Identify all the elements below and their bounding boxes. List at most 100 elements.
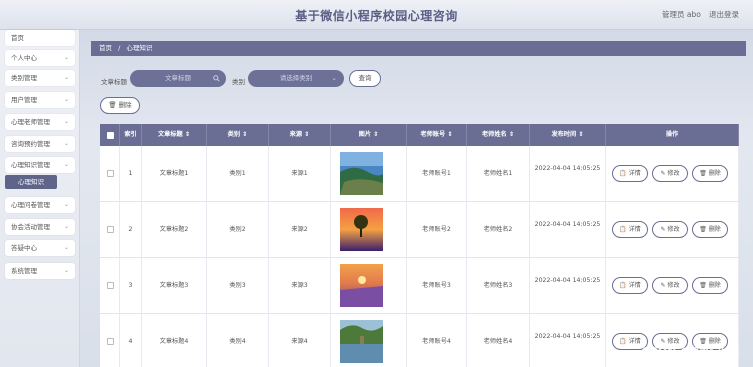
detail-button[interactable]: 📋 详情 [612,165,648,182]
cell-category: 类别3 [207,258,269,314]
batch-delete-button[interactable]: 🗑 删除 [100,97,140,114]
edit-button[interactable]: ✎ 修改 [652,221,688,238]
thumbnail-image [340,152,383,195]
document-icon: 📋 [619,226,629,233]
sidebar-item-label: 心理老师管理 [11,118,50,126]
category-select-placeholder: 请选择类别 [279,74,313,82]
edit-button[interactable]: ✎ 修改 [652,277,688,294]
cell-index: 2 [120,202,142,258]
chevron-down-icon: ⌄ [63,74,69,81]
sidebar-item-10[interactable]: 系统管理 ⌄ [5,263,75,279]
row-select-cell [100,146,120,202]
row-select-cell [100,258,120,314]
sidebar-item-label: 首页 [11,34,24,42]
chevron-down-icon: ⌄ [63,201,69,208]
column-header: 老师姓名 ⇕ [467,124,530,146]
trash-icon: 🗑 [108,101,117,109]
cell-teacher_account: 老师账号4 [407,314,467,367]
delete-label: 删除 [708,170,721,177]
batch-delete-label: 删除 [118,101,132,109]
edit-label: 修改 [667,170,680,177]
table-header: 索引 文章标题 ⇕ 类别 ⇕ 来源 ⇕ 图片 ⇕ 老师账号 ⇕ 老师姓名 ⇕ 发布时间 ⇕ 操作 [100,124,739,146]
publish-time: 2022-04-04 14:05:25 [534,277,601,284]
column-header: 图片 ⇕ [331,124,407,146]
chevron-down-icon: ⌄ [63,54,69,61]
sidebar-item-2[interactable]: 类别管理 ⌄ [5,70,75,86]
sidebar-item-0[interactable]: 首页 [5,30,75,46]
column-header: 老师账号 ⇕ [407,124,467,146]
sidebar-item-5[interactable]: 咨询预约管理 ⌄ [5,136,75,152]
detail-button[interactable]: 📋 详情 [612,277,648,294]
cell-index: 3 [120,258,142,314]
sidebar-item-7[interactable]: 心理问卷管理 ⌄ [5,197,75,213]
cell-source: 来源1 [269,146,331,202]
column-header: 来源 ⇕ [269,124,331,146]
table-row: 3 文章标题3 类别3 来源3 老师账号3 老师姓名3 2022-04-04 14:05:2… [100,258,739,314]
cell-teacher_name: 老师姓名4 [467,314,530,367]
column-header: 文章标题 ⇕ [142,124,207,146]
actions-cell: 📋 详情 ✎ 修改 🗑 删除 [606,258,739,314]
sidebar-item-label: 咨询预约管理 [11,140,50,148]
publish-time: 2022-04-04 14:05:25 [534,165,601,172]
category-filter-label: 类别 [232,78,245,86]
row-checkbox[interactable] [107,226,114,233]
row-checkbox[interactable] [107,170,114,177]
thumbnail-image [340,208,383,251]
detail-label: 详情 [628,282,641,289]
table-row: 1 文章标题1 类别1 来源1 老师账号1 老师姓名1 2022-04-04 14:05:2… [100,146,739,202]
delete-button[interactable]: 🗑 删除 [692,221,728,238]
chevron-down-icon: ⌄ [63,223,69,230]
sidebar-item-3[interactable]: 用户管理 ⌄ [5,92,75,108]
cell-teacher_account: 老师账号2 [407,202,467,258]
publish-time-cell: 2022-04-04 14:05:25 [530,258,606,314]
detail-button[interactable]: 📋 详情 [612,221,648,238]
top-bar: 基于微信小程序校园心理咨询 管理员 abo 退出登录 [0,0,753,30]
cell-category: 类别4 [207,314,269,367]
row-select-cell [100,202,120,258]
sidebar-item-4[interactable]: 心理老师管理 ⌄ [5,114,75,130]
column-header: 索引 [120,124,142,146]
cell-title: 文章标题1 [142,146,207,202]
delete-label: 删除 [708,282,721,289]
search-icon [213,75,220,82]
detail-label: 详情 [628,170,641,177]
delete-button[interactable]: 🗑 删除 [692,165,728,182]
sidebar-item-9[interactable]: 答疑中心 ⌄ [5,240,75,256]
trash-icon: 🗑 [699,226,709,233]
edit-button[interactable]: ✎ 修改 [652,165,688,182]
chevron-down-icon: ⌄ [331,74,337,82]
cell-category: 类别1 [207,146,269,202]
sidebar-subitem-psych-knowledge[interactable]: 心理知识 [5,175,57,189]
cell-index: 4 [120,314,142,367]
document-icon: 📋 [619,170,629,177]
chevron-down-icon: ⌄ [63,118,69,125]
cell-title: 文章标题3 [142,258,207,314]
chevron-down-icon: ⌄ [63,267,69,274]
column-header: 发布时间 ⇕ [530,124,606,146]
sidebar-item-label: 答疑中心 [11,244,37,252]
delete-button[interactable]: 🗑 删除 [692,277,728,294]
sidebar-item-label: 心理知识管理 [11,161,50,169]
select-all-cell [100,124,120,146]
search-button[interactable]: 查询 [349,70,381,87]
publish-time: 2022-04-04 14:05:25 [534,221,601,228]
edit-label: 修改 [667,282,680,289]
chevron-down-icon: ⌄ [63,244,69,251]
logout-link[interactable]: 退出登录 [709,9,739,20]
title-search-input[interactable]: 文章标题 [130,70,226,87]
row-checkbox[interactable] [107,282,114,289]
actions-cell: 📋 详情 ✎ 修改 🗑 删除 [606,314,739,367]
cell-title: 文章标题4 [142,314,207,367]
detail-label: 详情 [628,338,641,345]
sidebar-item-8[interactable]: 协会活动管理 ⌄ [5,219,75,235]
row-select-cell [100,314,120,367]
sidebar-item-label: 个人中心 [11,54,37,62]
publish-time: 2022-04-04 14:05:25 [534,333,601,340]
select-all-checkbox[interactable] [107,132,114,139]
row-checkbox[interactable] [107,338,114,345]
sidebar-item-1[interactable]: 个人中心 ⌄ [5,50,75,66]
sidebar-item-6[interactable]: 心理知识管理 ⌄ [5,157,75,173]
category-select[interactable]: 请选择类别 ⌄ [248,70,344,87]
delete-label: 删除 [708,226,721,233]
breadcrumb-home[interactable]: 首页 [99,44,112,52]
